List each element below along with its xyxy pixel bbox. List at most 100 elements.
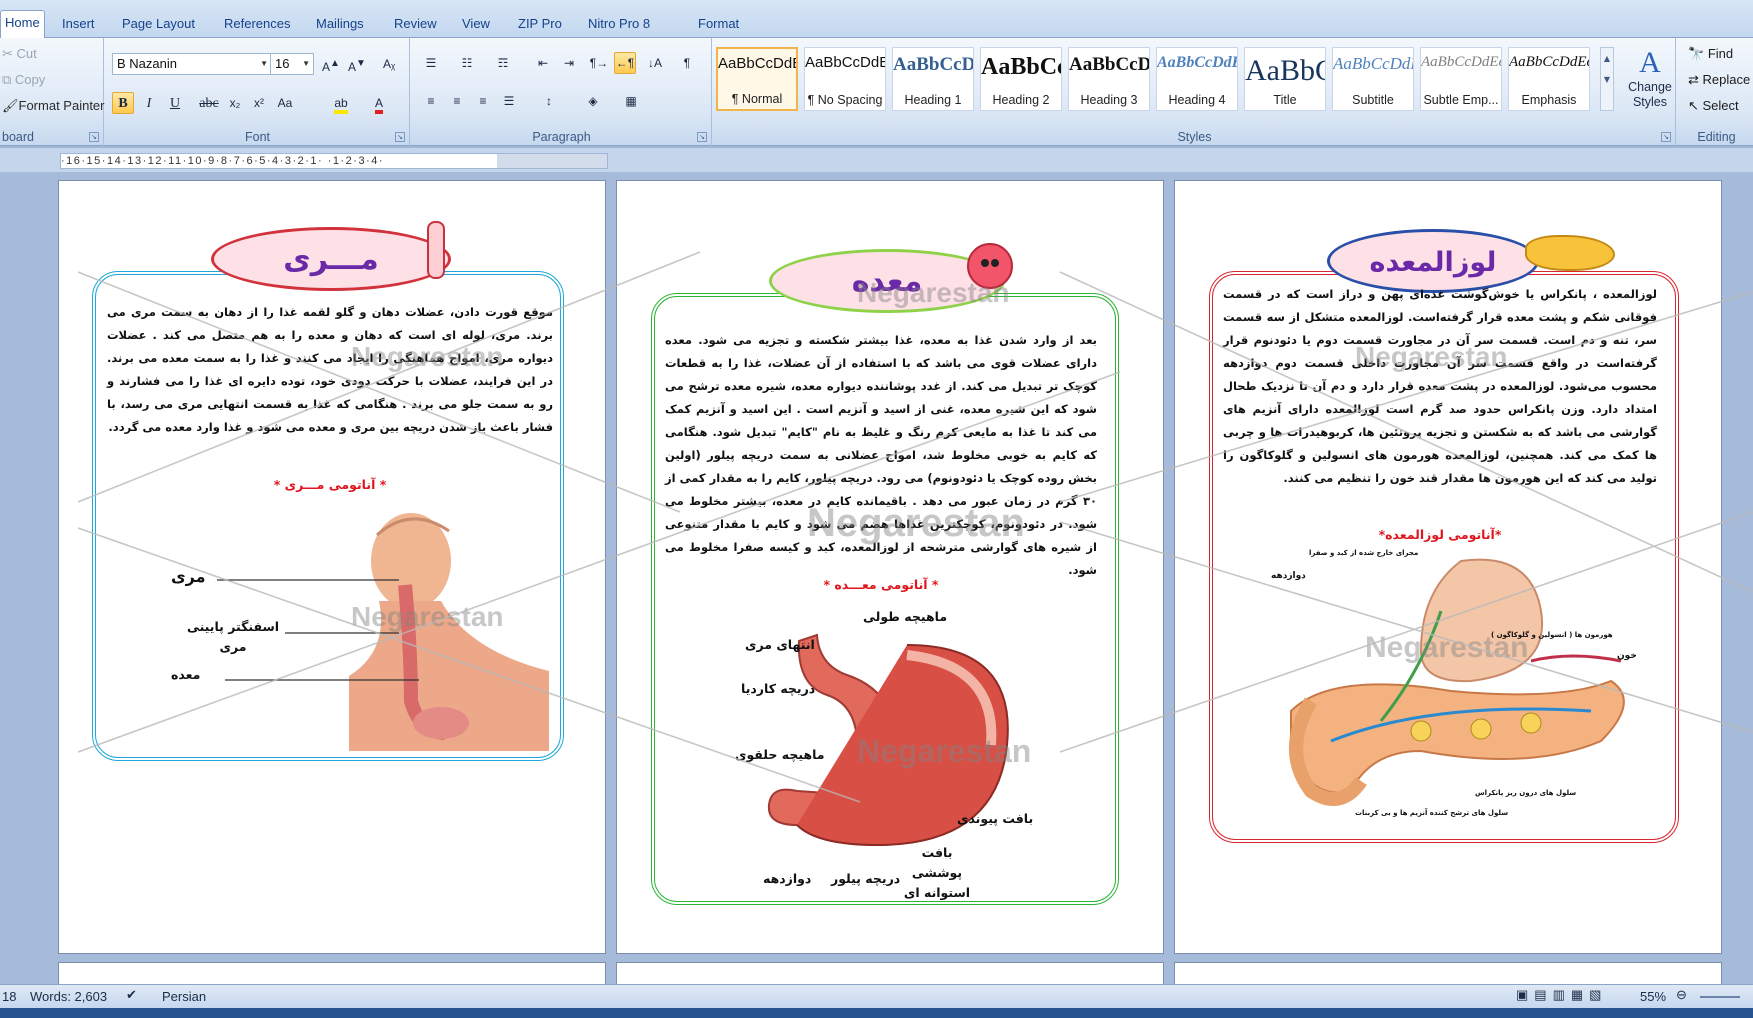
paragraph-launcher-icon[interactable]: ↘ (697, 132, 707, 142)
figure-caption: *آناتومی لوزالمعده* (1378, 527, 1502, 542)
bold-button[interactable]: B (112, 92, 134, 114)
style-subtitle[interactable]: AaBbCcDdEe Subtitle (1332, 47, 1414, 111)
label-esophagus-end: انتهای مری (745, 637, 815, 652)
font-size-value: 16 (275, 56, 290, 71)
ltr-icon[interactable]: ¶→ (588, 52, 610, 74)
clipboard-group-label: board (2, 130, 34, 144)
tab-references[interactable]: References (224, 12, 290, 38)
view-buttons-icon[interactable]: ▣▤▥▦▧ (1516, 987, 1607, 1003)
label-enzyme-cells: سلول های ترشح کننده آنزیم ها و بی کربنات (1355, 809, 1509, 817)
page-title: لوزالمعده (1369, 247, 1497, 278)
borders-icon[interactable]: ▦ (620, 90, 642, 112)
font-size-box[interactable]: 16 ▼ (270, 53, 314, 75)
style-subtle-emp[interactable]: AaBbCcDdEe Subtle Emp... (1420, 47, 1502, 111)
ribbon: ✂ Cut ⧉ Copy 🖌Format Painter board ↘ B N… (0, 38, 1753, 146)
style-sample: AaBbCcDdEe (1421, 54, 1502, 70)
watermark-text: Negarestan (857, 277, 1010, 308)
tab-format[interactable]: Format (698, 12, 739, 38)
tab-page-layout[interactable]: Page Layout (122, 12, 195, 38)
decrease-indent-icon[interactable]: ⇤ (532, 52, 554, 74)
bullets-icon[interactable]: ☰ (420, 52, 442, 74)
style-heading-2[interactable]: AaBbCcDdEe Heading 2 (980, 47, 1062, 111)
font-color-icon[interactable]: A (368, 92, 390, 114)
label-circular-muscle: ماهیچه حلقوی (735, 747, 825, 762)
change-styles-button[interactable]: A Change Styles (1622, 46, 1678, 126)
status-bar: 18 Words: 2,603 ✔ Persian ▣▤▥▦▧ 55% ⊖ (0, 984, 1753, 1008)
word-count[interactable]: Words: 2,603 (30, 989, 107, 1004)
show-marks-icon[interactable]: ¶ (676, 52, 698, 74)
page-number[interactable]: 18 (2, 989, 16, 1004)
document-workspace[interactable]: مـــری موقع قورت دادن، عضلات دهان و گلو … (0, 172, 1753, 984)
pancreas-anatomy-image (1289, 558, 1625, 806)
rtl-icon[interactable]: ←¶ (614, 52, 636, 74)
tab-review[interactable]: Review (394, 12, 437, 38)
cut-button[interactable]: ✂ Cut (2, 46, 37, 62)
highlight-icon[interactable]: ab (330, 92, 352, 114)
clear-formatting-button[interactable]: Aᵪ (378, 53, 400, 75)
sort-icon[interactable]: ↓A (644, 52, 666, 74)
style-name: Heading 4 (1168, 93, 1226, 107)
superscript-button[interactable]: x² (248, 92, 270, 114)
style-no-spacing[interactable]: AaBbCcDdEe ¶ No Spacing (804, 47, 886, 111)
style-heading-4[interactable]: AaBbCcDdEe Heading 4 (1156, 47, 1238, 111)
tab-home[interactable]: Home (0, 10, 45, 39)
chevron-down-icon: ▼ (302, 59, 310, 68)
editing-group: Editing (1680, 38, 1753, 146)
italic-button[interactable]: I (138, 92, 160, 114)
style-title[interactable]: AaBbCcDdEe Title (1244, 47, 1326, 111)
watermark-text: Negarestan (807, 501, 1025, 545)
change-case-button[interactable]: Aa (274, 92, 296, 114)
ruler-row: ·16·15·14·13·12·11·10·9·8·7·6·5·4·3·2·1·… (0, 148, 1753, 172)
page-pancreas[interactable]: لوزالمعده لوزالمعده ، پانکراس یا خوش‌گوش… (1174, 180, 1722, 954)
align-left-icon[interactable]: ≡ (420, 90, 442, 112)
paintbrush-icon: 🖌 (2, 98, 19, 113)
style-sample: AaBbCcDdEe (981, 54, 1061, 80)
copy-button[interactable]: ⧉ Copy (2, 72, 45, 88)
page-stomach[interactable]: معده بعد از وارد شدن غذا به معده، غذا بی… (616, 180, 1164, 954)
align-right-icon[interactable]: ≡ (472, 90, 494, 112)
zoom-level[interactable]: 55% (1640, 989, 1666, 1004)
shading-icon[interactable]: ◈ (582, 90, 604, 112)
line-spacing-icon[interactable]: ↕ (538, 90, 560, 112)
change-styles-icon: A (1639, 46, 1661, 79)
style-normal[interactable]: AaBbCcDdEe ¶ Normal (716, 47, 798, 111)
grow-font-button[interactable]: A▲ (320, 53, 342, 75)
tab-zip-pro[interactable]: ZIP Pro (518, 12, 562, 38)
tab-insert[interactable]: Insert (62, 12, 95, 38)
align-center-icon[interactable]: ≡ (446, 90, 468, 112)
chevron-up-icon: ▲ (1603, 54, 1611, 63)
increase-indent-icon[interactable]: ⇥ (558, 52, 580, 74)
underline-button[interactable]: U (164, 92, 186, 114)
paragraph-group-label: Paragraph (532, 130, 591, 144)
style-emphasis[interactable]: AaBbCcDdEe Emphasis (1508, 47, 1590, 111)
clipboard-launcher-icon[interactable]: ↘ (89, 132, 99, 142)
copy-icon: ⧉ (2, 72, 15, 87)
horizontal-ruler[interactable]: ·16·15·14·13·12·11·10·9·8·7·6·5·4·3·2·1·… (60, 153, 608, 169)
format-painter-button[interactable]: 🖌Format Painter (2, 98, 105, 114)
tab-mailings[interactable]: Mailings (316, 12, 364, 38)
styles-launcher-icon[interactable]: ↘ (1661, 132, 1671, 142)
zoom-slider[interactable] (1700, 996, 1740, 998)
proofing-icon[interactable]: ✔ (126, 987, 137, 1003)
watermark-text: Negarestan (351, 601, 504, 632)
tab-view[interactable]: View (462, 12, 490, 38)
tab-nitro-pro[interactable]: Nitro Pro 8 (588, 12, 650, 38)
font-name-box[interactable]: B Nazanin ▼ (112, 53, 272, 75)
styles-scroll[interactable]: ▲ ▼ (1600, 47, 1614, 111)
shrink-font-button[interactable]: A▼ (346, 53, 368, 75)
styles-group-label: Styles (1177, 130, 1212, 144)
strikethrough-button[interactable]: abc (198, 92, 220, 114)
style-sample: AaBbCcDdEe (1245, 54, 1326, 87)
style-heading-3[interactable]: AaBbCcDdEe Heading 3 (1068, 47, 1150, 111)
ruler-ticks: ·16·15·14·13·12·11·10·9·8·7·6·5·4·3·2·1·… (61, 155, 385, 167)
numbering-icon[interactable]: ☷ (456, 52, 478, 74)
language-indicator[interactable]: Persian (162, 989, 206, 1004)
subscript-button[interactable]: x₂ (224, 92, 246, 114)
font-launcher-icon[interactable]: ↘ (395, 132, 405, 142)
next-page-edge (58, 962, 606, 984)
zoom-out-icon[interactable]: ⊖ (1676, 987, 1687, 1003)
justify-icon[interactable]: ☰ (498, 90, 520, 112)
style-heading-1[interactable]: AaBbCcDdEe Heading 1 (892, 47, 974, 111)
page-esophagus[interactable]: مـــری موقع قورت دادن، عضلات دهان و گلو … (58, 180, 606, 954)
multilevel-list-icon[interactable]: ☶ (492, 52, 514, 74)
